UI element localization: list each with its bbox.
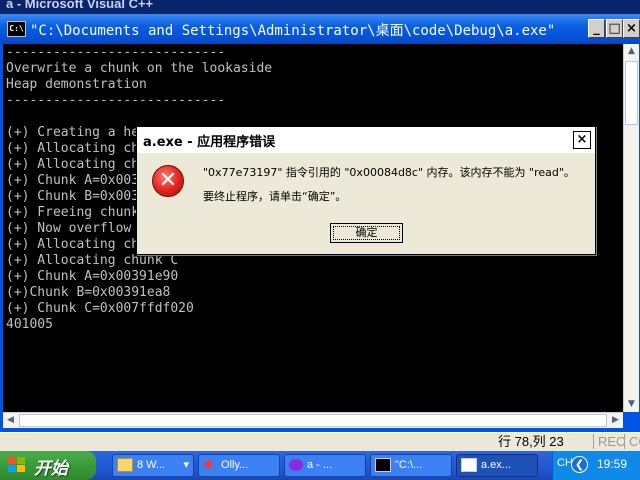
folder-icon [117, 458, 133, 473]
error-message: "0x77e73197" 指令引用的 "0x00084d8c" 内存。该内存不能… [203, 166, 575, 179]
scroll-left-arrow-icon[interactable]: ◀ [3, 413, 18, 428]
focus-ring [333, 226, 400, 240]
console-title: "C:\Documents and Settings\Administrator… [30, 23, 556, 39]
console-window-icon[interactable]: C:\ [7, 21, 26, 37]
console-line: (+)Chunk B=0x00391ea8 [6, 285, 171, 300]
console-line: Overwrite a chunk on the lookaside [6, 61, 273, 76]
console-line: (+) Creating a heap [6, 125, 155, 140]
console-icon [375, 458, 391, 473]
error-dialog: a.exe - 应用程序错误 × ✕ "0x77e73197" 指令引用的 "0… [136, 126, 596, 255]
taskbar-item-console[interactable]: "C:\... [370, 454, 452, 477]
error-instruction: 要终止程序，请单击“确定”。 [203, 190, 347, 203]
chevron-down-icon: ▾ [183, 459, 189, 471]
console-line: (+) Freeing chunk B [6, 205, 155, 220]
console-line: ---------------------------- [6, 93, 226, 108]
vertical-scroll-thumb[interactable] [625, 61, 638, 125]
error-icon: ✕ [152, 165, 184, 197]
maximize-button[interactable]: □ [606, 19, 623, 38]
scroll-up-arrow-icon[interactable]: ▲ [624, 44, 639, 59]
taskbar-item-label: 8 W... [137, 459, 166, 471]
background-window-titlebar: a - Microsoft Visual C++ [0, 0, 640, 14]
scroll-down-arrow-icon[interactable]: ▼ [624, 397, 639, 412]
col-indicator: CO [624, 434, 640, 449]
taskbar: 开始 8 W... ▾ ✱ Olly... a - ... "C:\... a.ex… [0, 451, 640, 480]
dialog-titlebar[interactable]: a.exe - 应用程序错误 × [137, 127, 595, 153]
windows-logo-icon [8, 457, 26, 473]
dialog-close-button[interactable]: × [573, 131, 591, 149]
console-titlebar[interactable]: C:\ "C:\Documents and Settings\Administr… [0, 14, 640, 44]
console-line: (+) Chunk A=0x00391e90 [6, 269, 179, 284]
dialog-title: a.exe - 应用程序错误 [143, 135, 276, 150]
scroll-right-arrow-icon[interactable]: ▶ [608, 413, 623, 428]
taskbar-item-label: a - ... [307, 459, 333, 471]
horizontal-scrollbar[interactable]: ◀ ▶ [3, 412, 623, 428]
bug-icon: ✱ [203, 457, 214, 473]
minimize-button[interactable]: _ [588, 19, 605, 38]
close-button[interactable]: × [623, 19, 640, 38]
clock[interactable]: 19:59 [597, 457, 627, 471]
console-line: (+) Chunk C=0x007ffdf020 [6, 301, 194, 316]
console-line: ---------------------------- [6, 45, 226, 60]
console-line: Heap demonstration [6, 77, 147, 92]
status-bar: 行 78,列 23 REC CO [0, 432, 640, 451]
vertical-scrollbar[interactable]: ▲ ▼ [623, 44, 639, 412]
start-label: 开始 [34, 459, 68, 478]
taskbar-item-label: a.ex... [481, 459, 511, 471]
ok-button[interactable]: 确定 [330, 223, 403, 243]
console-line: (+) Allocating chunk C [6, 253, 179, 268]
cursor-position: 行 78,列 23 [498, 434, 564, 449]
tray-expand-icon[interactable]: ❮ [571, 456, 588, 473]
taskbar-item-ollydbg[interactable]: ✱ Olly... [198, 454, 280, 477]
console-line: 401005 [6, 317, 53, 332]
start-button[interactable]: 开始 [0, 451, 96, 480]
horizontal-scroll-thumb[interactable] [19, 414, 607, 427]
background-window-title: a - Microsoft Visual C++ [6, 0, 154, 11]
taskbar-item-label: "C:\... [395, 459, 423, 471]
taskbar-item-label: Olly... [221, 459, 249, 471]
visual-cpp-icon [289, 459, 303, 472]
taskbar-item-folder[interactable]: 8 W... ▾ [112, 454, 194, 477]
taskbar-item-a-exe[interactable]: a.ex... [456, 454, 538, 477]
taskbar-item-visual-cpp[interactable]: a - ... [284, 454, 366, 477]
window-icon [461, 458, 477, 473]
system-tray: CH ❮ 19:59 [552, 451, 640, 480]
